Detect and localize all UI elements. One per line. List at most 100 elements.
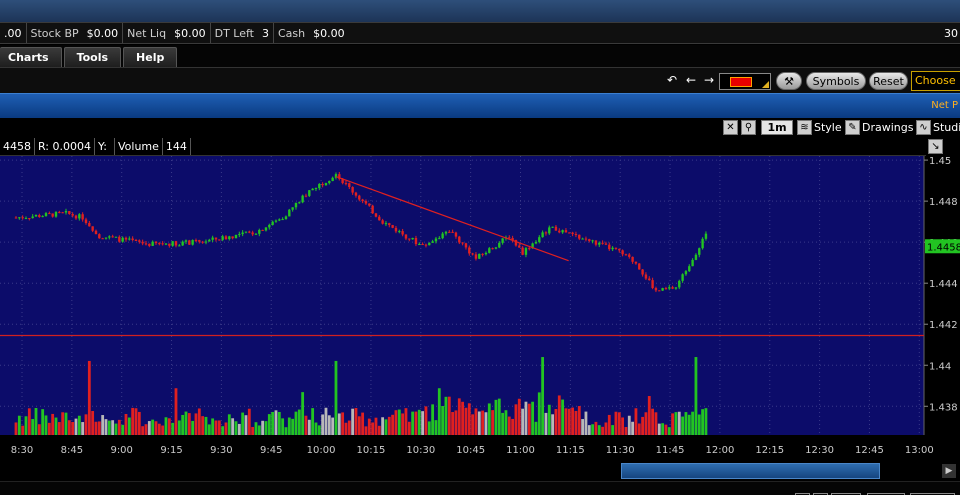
volume-bar — [124, 413, 128, 435]
studies-icon[interactable]: ∿ — [916, 120, 931, 135]
candle-body — [648, 278, 651, 281]
style-label[interactable]: Style — [814, 121, 842, 134]
x-tick-label: 10:30 — [406, 445, 435, 456]
candle-body — [494, 247, 498, 249]
volume-bar — [364, 426, 368, 435]
volume-bar — [534, 421, 538, 435]
timeframe-button[interactable]: 1m — [761, 120, 793, 135]
candle-body — [368, 203, 371, 206]
candle-body — [64, 211, 68, 213]
candle-body — [348, 183, 351, 188]
candle-body — [584, 238, 588, 240]
volume-bar — [354, 408, 358, 435]
x-tick-label: 12:30 — [805, 445, 834, 456]
y-tick-label: 1.442 — [929, 320, 958, 331]
zoom-icon[interactable]: ⚲ — [741, 120, 756, 135]
scroll-right-icon[interactable]: ▶ — [942, 464, 956, 478]
candle-body — [344, 183, 348, 185]
chart-header-bar: Net P — [0, 93, 960, 118]
candle-body — [94, 230, 98, 235]
symbols-button[interactable]: Symbols — [806, 72, 866, 90]
candle-body — [438, 238, 441, 240]
volume-bar — [557, 395, 561, 435]
tab-help[interactable]: Help — [123, 47, 178, 67]
drawings-label[interactable]: Drawings — [862, 121, 913, 134]
candle-body — [598, 242, 601, 245]
volume-bar — [327, 415, 331, 435]
candle-body — [234, 234, 238, 239]
volume-bar — [437, 388, 441, 435]
candle-body — [228, 236, 231, 240]
color-picker[interactable] — [719, 73, 771, 90]
tab-tools[interactable]: Tools — [63, 47, 122, 67]
candle-body — [628, 254, 631, 257]
chart-tools-bar: ✕ ⚲ 1m ≋ Style ✎ Drawings ∿ Studi — [0, 118, 960, 138]
volume-bar — [187, 413, 191, 435]
candle-body — [278, 219, 281, 221]
candle-body — [618, 248, 621, 251]
back-arrow-icon[interactable]: ← — [684, 73, 698, 87]
volume-bar — [127, 417, 131, 435]
volume-bar — [651, 408, 655, 435]
style-icon[interactable]: ≋ — [797, 120, 812, 135]
candle-body — [661, 288, 664, 291]
candle-body — [238, 234, 241, 236]
candle-body — [74, 215, 78, 219]
crosshair-icon[interactable]: ✕ — [723, 120, 738, 135]
net-p-label: Net P — [931, 100, 958, 111]
candle-body — [701, 238, 704, 249]
window-top-strip — [0, 0, 960, 22]
volume-bar — [681, 416, 684, 435]
scrollbar-thumb[interactable] — [621, 463, 880, 479]
volume-bar — [17, 415, 21, 435]
volume-bar — [261, 420, 265, 435]
candle-body — [271, 221, 274, 225]
volume-bar — [194, 413, 198, 435]
info-y: Y: — [95, 138, 115, 155]
candle-body — [641, 269, 644, 275]
candle-body — [698, 248, 701, 255]
x-tick-label: 10:15 — [357, 445, 386, 456]
expand-chart-icon[interactable]: ↘ — [928, 139, 943, 154]
volume-bar — [241, 412, 245, 435]
candle-body — [101, 238, 104, 240]
forward-arrow-icon[interactable]: → — [702, 73, 716, 87]
volume-bar — [441, 405, 445, 435]
choose-portfolio-field[interactable]: Choose P — [911, 71, 960, 91]
candle-body — [658, 290, 661, 292]
undo-icon[interactable]: ↶ — [665, 73, 679, 87]
studies-label[interactable]: Studi — [933, 121, 960, 134]
tab-charts[interactable]: Charts — [0, 47, 62, 67]
volume-bar — [571, 407, 575, 435]
candle-body — [324, 183, 328, 186]
drawings-icon[interactable]: ✎ — [845, 120, 860, 135]
volume-bar — [161, 425, 165, 435]
candle-body — [554, 226, 558, 231]
volume-bar — [511, 418, 515, 435]
candle-body — [691, 259, 694, 267]
volume-bar — [501, 412, 505, 435]
volume-bar — [427, 421, 431, 435]
candle-body — [214, 237, 218, 240]
y-tick-label: 1.45 — [929, 156, 951, 167]
wrench-button[interactable]: ⚒ — [776, 72, 802, 90]
candle-body — [501, 238, 504, 243]
volume-bar — [44, 415, 48, 435]
candle-body — [258, 229, 261, 234]
candle-body — [251, 232, 254, 235]
candle-body — [424, 244, 428, 246]
volume-bar — [281, 418, 285, 435]
x-tick-label: 10:45 — [456, 445, 485, 456]
volume-bar — [514, 404, 518, 435]
volume-bar — [134, 408, 138, 435]
plot-area — [0, 156, 924, 435]
candle-body — [358, 195, 361, 200]
reset-button[interactable]: Reset — [869, 72, 908, 90]
info-volume-label: Volume — [115, 138, 163, 155]
volume-bar — [574, 410, 578, 435]
candle-body — [34, 215, 38, 217]
x-tick-label: 11:30 — [606, 445, 635, 456]
candle-body — [408, 238, 411, 240]
price-chart[interactable]: 8:30 8:45 9:00 9:15 9:30 9:45 10:00 10:15 10:30 1… — [0, 156, 960, 461]
candle-body — [394, 227, 398, 232]
